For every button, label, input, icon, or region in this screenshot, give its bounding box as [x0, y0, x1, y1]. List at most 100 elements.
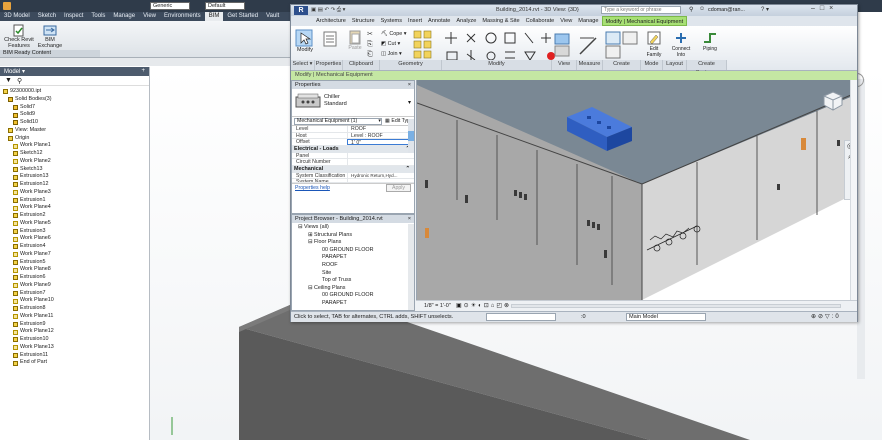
- tree-item[interactable]: Solid10: [13, 119, 38, 127]
- cut-button[interactable]: ◩ Cut ▾: [381, 39, 406, 49]
- properties-scrollbar[interactable]: [408, 119, 414, 153]
- type-selector[interactable]: Chiller Standard ▾: [292, 89, 414, 117]
- tree-item[interactable]: Work Plane8: [13, 266, 51, 274]
- tab-view[interactable]: View: [139, 12, 160, 21]
- tree-item[interactable]: Extrusion7: [13, 290, 45, 298]
- search-icon[interactable]: ⚲: [689, 6, 693, 13]
- tab-manage[interactable]: Manage: [575, 16, 601, 26]
- model-browser-title[interactable]: Model ▾: [4, 68, 25, 75]
- tab-annotate[interactable]: Annotate: [425, 16, 453, 26]
- close-icon[interactable]: ×: [408, 216, 411, 222]
- tree-item[interactable]: Origin: [8, 135, 29, 143]
- tree-item[interactable]: Work Plane7: [13, 251, 51, 259]
- tree-item[interactable]: Extrusion12: [13, 181, 48, 189]
- vertical-scrollbar[interactable]: [850, 80, 857, 300]
- tree-item[interactable]: Extrusion2: [13, 212, 45, 220]
- check-revit-features-button[interactable]: Check Revit Features: [3, 24, 35, 49]
- tree-item[interactable]: Work Plane13: [13, 344, 54, 352]
- window-controls[interactable]: –□×: [811, 5, 838, 12]
- properties-icon[interactable]: [323, 31, 337, 47]
- tab-get-started[interactable]: Get Started: [223, 12, 262, 21]
- tree-item[interactable]: End of Part: [13, 359, 47, 367]
- project-browser-item[interactable]: PARAPET: [322, 254, 347, 261]
- tree-item[interactable]: Sketch12: [13, 150, 42, 158]
- tree-item[interactable]: Work Plane4: [13, 204, 51, 212]
- prop-category-electrical[interactable]: Electrical - Loads⌃: [292, 145, 414, 153]
- inventor-app-icon[interactable]: [3, 2, 11, 10]
- paste-button[interactable]: Paste: [346, 29, 364, 51]
- help-icon[interactable]: ? ▾: [761, 6, 769, 13]
- project-browser-item[interactable]: 00 GROUND FLOOR: [322, 292, 374, 299]
- tab-sketch[interactable]: Sketch: [34, 12, 60, 21]
- tree-item[interactable]: 92300000.ipt: [3, 88, 41, 96]
- tree-item[interactable]: Solid9: [13, 111, 35, 119]
- clipboard-small-icons[interactable]: ✂ ⎘ ⎗: [367, 30, 373, 60]
- tree-item[interactable]: Work Plane2: [13, 158, 51, 166]
- design-option-dropdown[interactable]: Main Model: [626, 313, 706, 321]
- tree-item[interactable]: Work Plane10: [13, 297, 54, 305]
- workset-dropdown[interactable]: [486, 313, 556, 321]
- modify-button[interactable]: Modify: [295, 29, 315, 53]
- tab-inspect[interactable]: Inspect: [60, 12, 87, 21]
- tab-manage[interactable]: Manage: [109, 12, 139, 21]
- appearance-dropdown[interactable]: Default: [205, 2, 245, 10]
- piping-button[interactable]: Piping: [699, 30, 721, 52]
- tree-item[interactable]: Extrusion10: [13, 336, 48, 344]
- project-browser-item[interactable]: Top of Truss: [322, 277, 351, 284]
- tab-collaborate[interactable]: Collaborate: [523, 16, 558, 26]
- tab-systems[interactable]: Systems: [378, 16, 405, 26]
- tree-item[interactable]: View: Master: [8, 127, 46, 135]
- modify-tools-grid[interactable]: [443, 30, 563, 64]
- project-browser-scrollbar[interactable]: [408, 224, 414, 310]
- create-tools-icon[interactable]: [604, 30, 640, 60]
- style-dropdown[interactable]: Generic: [150, 2, 190, 10]
- project-browser-item[interactable]: ROOF: [322, 262, 338, 269]
- filter-icon[interactable]: ▼: [5, 77, 12, 84]
- tab-vault[interactable]: Vault: [262, 12, 283, 21]
- tab-tools[interactable]: Tools: [87, 12, 109, 21]
- tab-environments[interactable]: Environments: [160, 12, 205, 21]
- tab-3d-model[interactable]: 3D Model: [0, 12, 34, 21]
- tree-item[interactable]: Work Plane5: [13, 220, 51, 228]
- tree-item[interactable]: Extrusion3: [13, 228, 45, 236]
- selection-filter-icons[interactable]: ⊕⊘▽:0: [811, 313, 841, 320]
- view-scale[interactable]: 1/8" = 1'-0": [424, 303, 451, 309]
- tree-item[interactable]: Solid Bodies(3): [8, 96, 52, 104]
- tab-modify-mechanical-equipment[interactable]: Modify | Mechanical Equipment: [601, 16, 688, 26]
- tree-item[interactable]: Work Plane9: [13, 282, 51, 290]
- tab-architecture[interactable]: Architecture: [313, 16, 349, 26]
- bim-exchange-button[interactable]: BIM Exchange: [36, 24, 64, 49]
- project-browser-item[interactable]: PARAPET: [322, 300, 347, 307]
- group-select[interactable]: Select ▾: [291, 60, 315, 70]
- close-icon[interactable]: ×: [408, 82, 411, 88]
- tab-bim[interactable]: BIM: [204, 12, 224, 21]
- project-browser-item[interactable]: ⊟ Floor Plans: [308, 239, 341, 246]
- tree-item[interactable]: Extrusion1: [13, 197, 45, 205]
- tree-item[interactable]: Extrusion5: [13, 259, 45, 267]
- project-browser-item[interactable]: Site: [322, 270, 331, 277]
- search-input[interactable]: Type a keyword or phrase: [601, 6, 681, 14]
- tree-item[interactable]: Work Plane1: [13, 142, 51, 150]
- binoculars-icon[interactable]: ⚲: [17, 77, 22, 85]
- project-browser-item[interactable]: 00 GROUND FLOOR: [322, 247, 374, 254]
- tab-structure[interactable]: Structure: [349, 16, 378, 26]
- scrollbar-thumb[interactable]: [408, 131, 414, 141]
- join-button[interactable]: ◫ Join ▾: [381, 49, 406, 59]
- tree-item[interactable]: Extrusion11: [13, 352, 48, 360]
- tree-item[interactable]: Sketch13: [13, 166, 42, 174]
- cope-button[interactable]: ⛏ Cope ▾: [381, 29, 406, 39]
- tree-item[interactable]: Work Plane12: [13, 328, 54, 336]
- tree-item[interactable]: Extrusion8: [13, 305, 45, 313]
- browser-add-icon[interactable]: +: [141, 68, 145, 75]
- connect-into-button[interactable]: Connect Into: [669, 30, 693, 58]
- view-tools-icon[interactable]: [553, 32, 573, 58]
- type-dropdown-icon[interactable]: ▾: [408, 99, 411, 106]
- tree-item[interactable]: Work Plane3: [13, 189, 51, 197]
- viewcube-icon[interactable]: [822, 90, 844, 112]
- revit-3d-view[interactable]: ◎ ⌕: [416, 80, 857, 300]
- project-browser-item[interactable]: ⊟ Ceiling Plans: [308, 285, 345, 292]
- user-name[interactable]: cdoman@ran...: [708, 7, 745, 13]
- tree-item[interactable]: Solid7: [13, 104, 35, 112]
- apply-button[interactable]: Apply: [386, 184, 411, 192]
- geometry-icon-grid[interactable]: [413, 30, 443, 60]
